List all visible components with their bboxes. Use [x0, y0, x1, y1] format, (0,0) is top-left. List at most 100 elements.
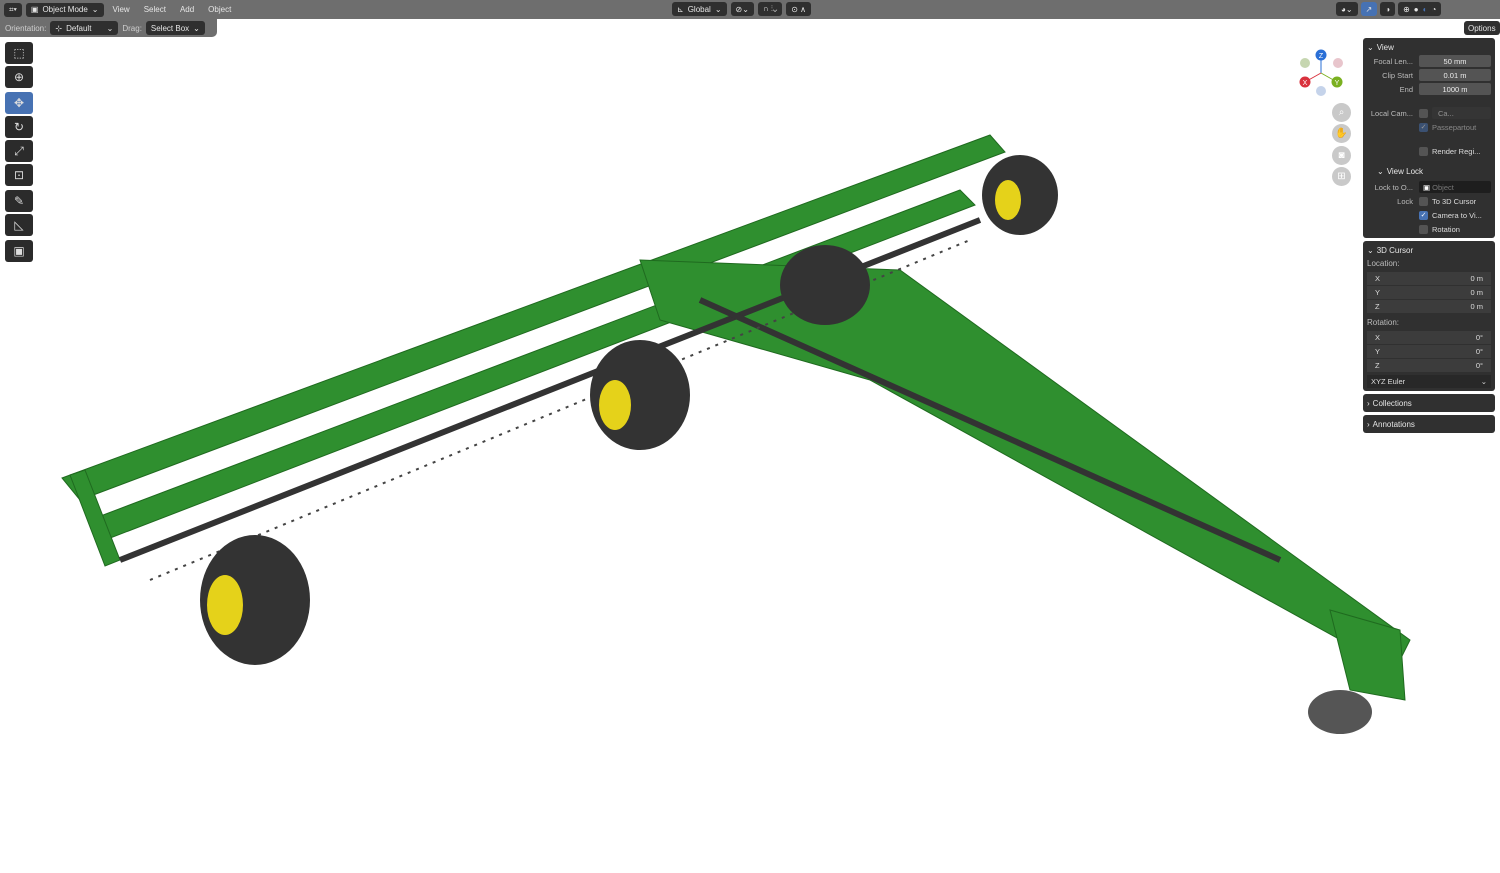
navigation-gizmo[interactable]: Z Y X: [1296, 46, 1346, 98]
collections-title: Collections: [1372, 398, 1412, 408]
passepartout-checkbox[interactable]: ✓: [1419, 122, 1428, 132]
gizmo-z-label: Z: [1319, 53, 1324, 60]
tool-settings-bar: Orientation: ⊹ Default ⌄ Drag: Select Box ⌄: [0, 19, 217, 37]
drag-value: Select Box: [150, 23, 190, 33]
lock-label: Lock: [1397, 196, 1413, 206]
grid-icon: ⊞: [1337, 171, 1346, 182]
object-icon: ▣: [1423, 182, 1433, 192]
rotation-label: Rotation:: [1367, 318, 1400, 327]
view-lock-title: View Lock: [1386, 166, 1424, 176]
shading-buttons[interactable]: ⊕ ● ◐ ◔: [1398, 2, 1442, 16]
clip-start-field[interactable]: 0.01 m: [1419, 69, 1491, 81]
rotate-icon: ↻: [13, 120, 25, 134]
move-icon: ✥: [13, 96, 25, 110]
perspective-toggle-button[interactable]: ⊞: [1332, 167, 1351, 186]
rotation-mode-value: XYZ Euler: [1371, 377, 1406, 386]
view-lock-header[interactable]: ⌄ View Lock: [1377, 164, 1491, 178]
visibility-button[interactable]: ◕⌄: [1336, 2, 1358, 16]
material-icon[interactable]: ◐: [1423, 5, 1428, 14]
object-mode-icon: ▣: [30, 5, 39, 14]
proportional-edit-button[interactable]: ⊙ ∧: [786, 2, 812, 16]
3d-cursor-header[interactable]: ⌄ 3D Cursor: [1367, 243, 1491, 257]
collections-section[interactable]: › Collections: [1363, 394, 1495, 412]
gizmo-x-label: X: [1303, 80, 1308, 87]
location-y-field[interactable]: Y 0 m: [1367, 286, 1491, 299]
gizmo-neg-x[interactable]: [1300, 58, 1310, 68]
view-section-header[interactable]: ⌄ View: [1367, 40, 1491, 54]
local-camera-field[interactable]: Ca...: [1432, 107, 1491, 119]
lock-to-object-label: Lock to O...: [1374, 182, 1413, 192]
gizmo-neg-y[interactable]: [1333, 58, 1343, 68]
wireframe-icon[interactable]: ⊕: [1403, 5, 1410, 14]
drag-select[interactable]: Select Box ⌄: [145, 21, 205, 35]
lock-to-object-field[interactable]: ▣ Object: [1419, 181, 1491, 193]
axis-value: 0 m: [1470, 274, 1483, 283]
camera-view-button[interactable]: ◙: [1332, 146, 1351, 165]
scale-tool[interactable]: ⤢: [5, 140, 33, 162]
to-3d-cursor-checkbox[interactable]: [1419, 196, 1428, 206]
orientation-select[interactable]: ⊹ Default ⌄: [50, 21, 119, 35]
axis-label: Z: [1375, 361, 1380, 370]
local-camera-label: Local Cam...: [1370, 108, 1413, 118]
editor-type-button[interactable]: ⌗▾: [4, 2, 22, 17]
camera-to-view-checkbox[interactable]: ✓: [1419, 210, 1428, 220]
menu-select[interactable]: Select: [139, 5, 171, 14]
passepartout-label: Passepartout: [1432, 122, 1477, 132]
axis-label: X: [1375, 333, 1381, 342]
transform-tool[interactable]: ⊡: [5, 164, 33, 186]
location-x-field[interactable]: X 0 m: [1367, 272, 1491, 285]
rotation-mode-select[interactable]: XYZ Euler ⌄: [1367, 375, 1491, 388]
snap-button[interactable]: ∩ ⫶⌄: [757, 2, 783, 16]
render-region-checkbox[interactable]: [1419, 146, 1428, 156]
ruler-icon: ◺: [14, 218, 24, 232]
location-z-field[interactable]: Z 0 m: [1367, 300, 1491, 313]
magnifier-icon: ⌕: [1338, 107, 1345, 118]
menu-add[interactable]: Add: [175, 5, 199, 14]
gizmo-toggle[interactable]: ↗: [1360, 2, 1378, 16]
editor-type-icon: ⌗▾: [9, 4, 17, 14]
options-button[interactable]: Options: [1464, 21, 1500, 35]
rotation-z-field[interactable]: Z 0°: [1367, 359, 1491, 372]
solid-icon[interactable]: ●: [1414, 5, 1419, 14]
view-section: ⌄ View Focal Len... 50 mm Clip Start 0.01 m…: [1363, 38, 1495, 238]
clip-end-label: End: [1399, 84, 1413, 94]
location-label: Location:: [1367, 259, 1400, 268]
3d-cursor-title: 3D Cursor: [1376, 245, 1414, 255]
overlay-toggle[interactable]: ◑: [1380, 2, 1396, 16]
mode-select[interactable]: ▣ Object Mode ⌄: [25, 2, 104, 17]
annotate-tool[interactable]: ✎: [5, 190, 33, 212]
focal-length-field[interactable]: 50 mm: [1419, 55, 1491, 67]
chevron-down-icon: ⌄: [91, 5, 99, 14]
lock-to-object-placeholder: Object: [1432, 182, 1454, 192]
move-tool[interactable]: ✥: [5, 92, 33, 114]
select-box-tool[interactable]: ⬚: [5, 42, 33, 64]
axis-value: 0°: [1475, 361, 1483, 370]
measure-tool[interactable]: ◺: [5, 214, 33, 236]
rotate-tool[interactable]: ↻: [5, 116, 33, 138]
model-render: [61, 134, 1411, 734]
rotation-lock-checkbox[interactable]: [1419, 224, 1428, 234]
local-camera-checkbox[interactable]: [1419, 108, 1428, 118]
menu-object[interactable]: Object: [203, 5, 236, 14]
zoom-view-button[interactable]: ⌕: [1332, 103, 1351, 122]
transform-orientation-select[interactable]: ⊾ Global ⌄: [672, 2, 727, 16]
menu-view[interactable]: View: [108, 5, 135, 14]
axis-label: Y: [1375, 288, 1381, 297]
gizmo-neg-z[interactable]: [1316, 86, 1326, 96]
cube-icon: ▣: [13, 244, 25, 258]
scale-icon: ⤢: [14, 143, 24, 158]
rotation-y-field[interactable]: Y 0°: [1367, 345, 1491, 358]
mode-label: Object Mode: [42, 5, 88, 14]
pan-view-button[interactable]: ✋: [1332, 124, 1351, 143]
orientation-icon: ⊹: [55, 23, 63, 33]
cursor-tool[interactable]: ⊕: [5, 66, 33, 88]
clip-end-field[interactable]: 1000 m: [1419, 83, 1491, 95]
annotations-section[interactable]: › Annotations: [1363, 415, 1495, 433]
rotation-x-field[interactable]: X 0°: [1367, 331, 1491, 344]
rendered-icon[interactable]: ◔: [1431, 5, 1436, 14]
toolbar: ⬚ ⊕ ✥ ↻ ⤢ ⊡ ✎ ◺ ▣: [5, 42, 35, 264]
camera-to-view-label: Camera to Vi...: [1432, 210, 1482, 220]
pivot-point-button[interactable]: ⊘⌄: [730, 2, 754, 16]
add-cube-tool[interactable]: ▣: [5, 240, 33, 262]
clip-start-label: Clip Start: [1382, 70, 1413, 80]
